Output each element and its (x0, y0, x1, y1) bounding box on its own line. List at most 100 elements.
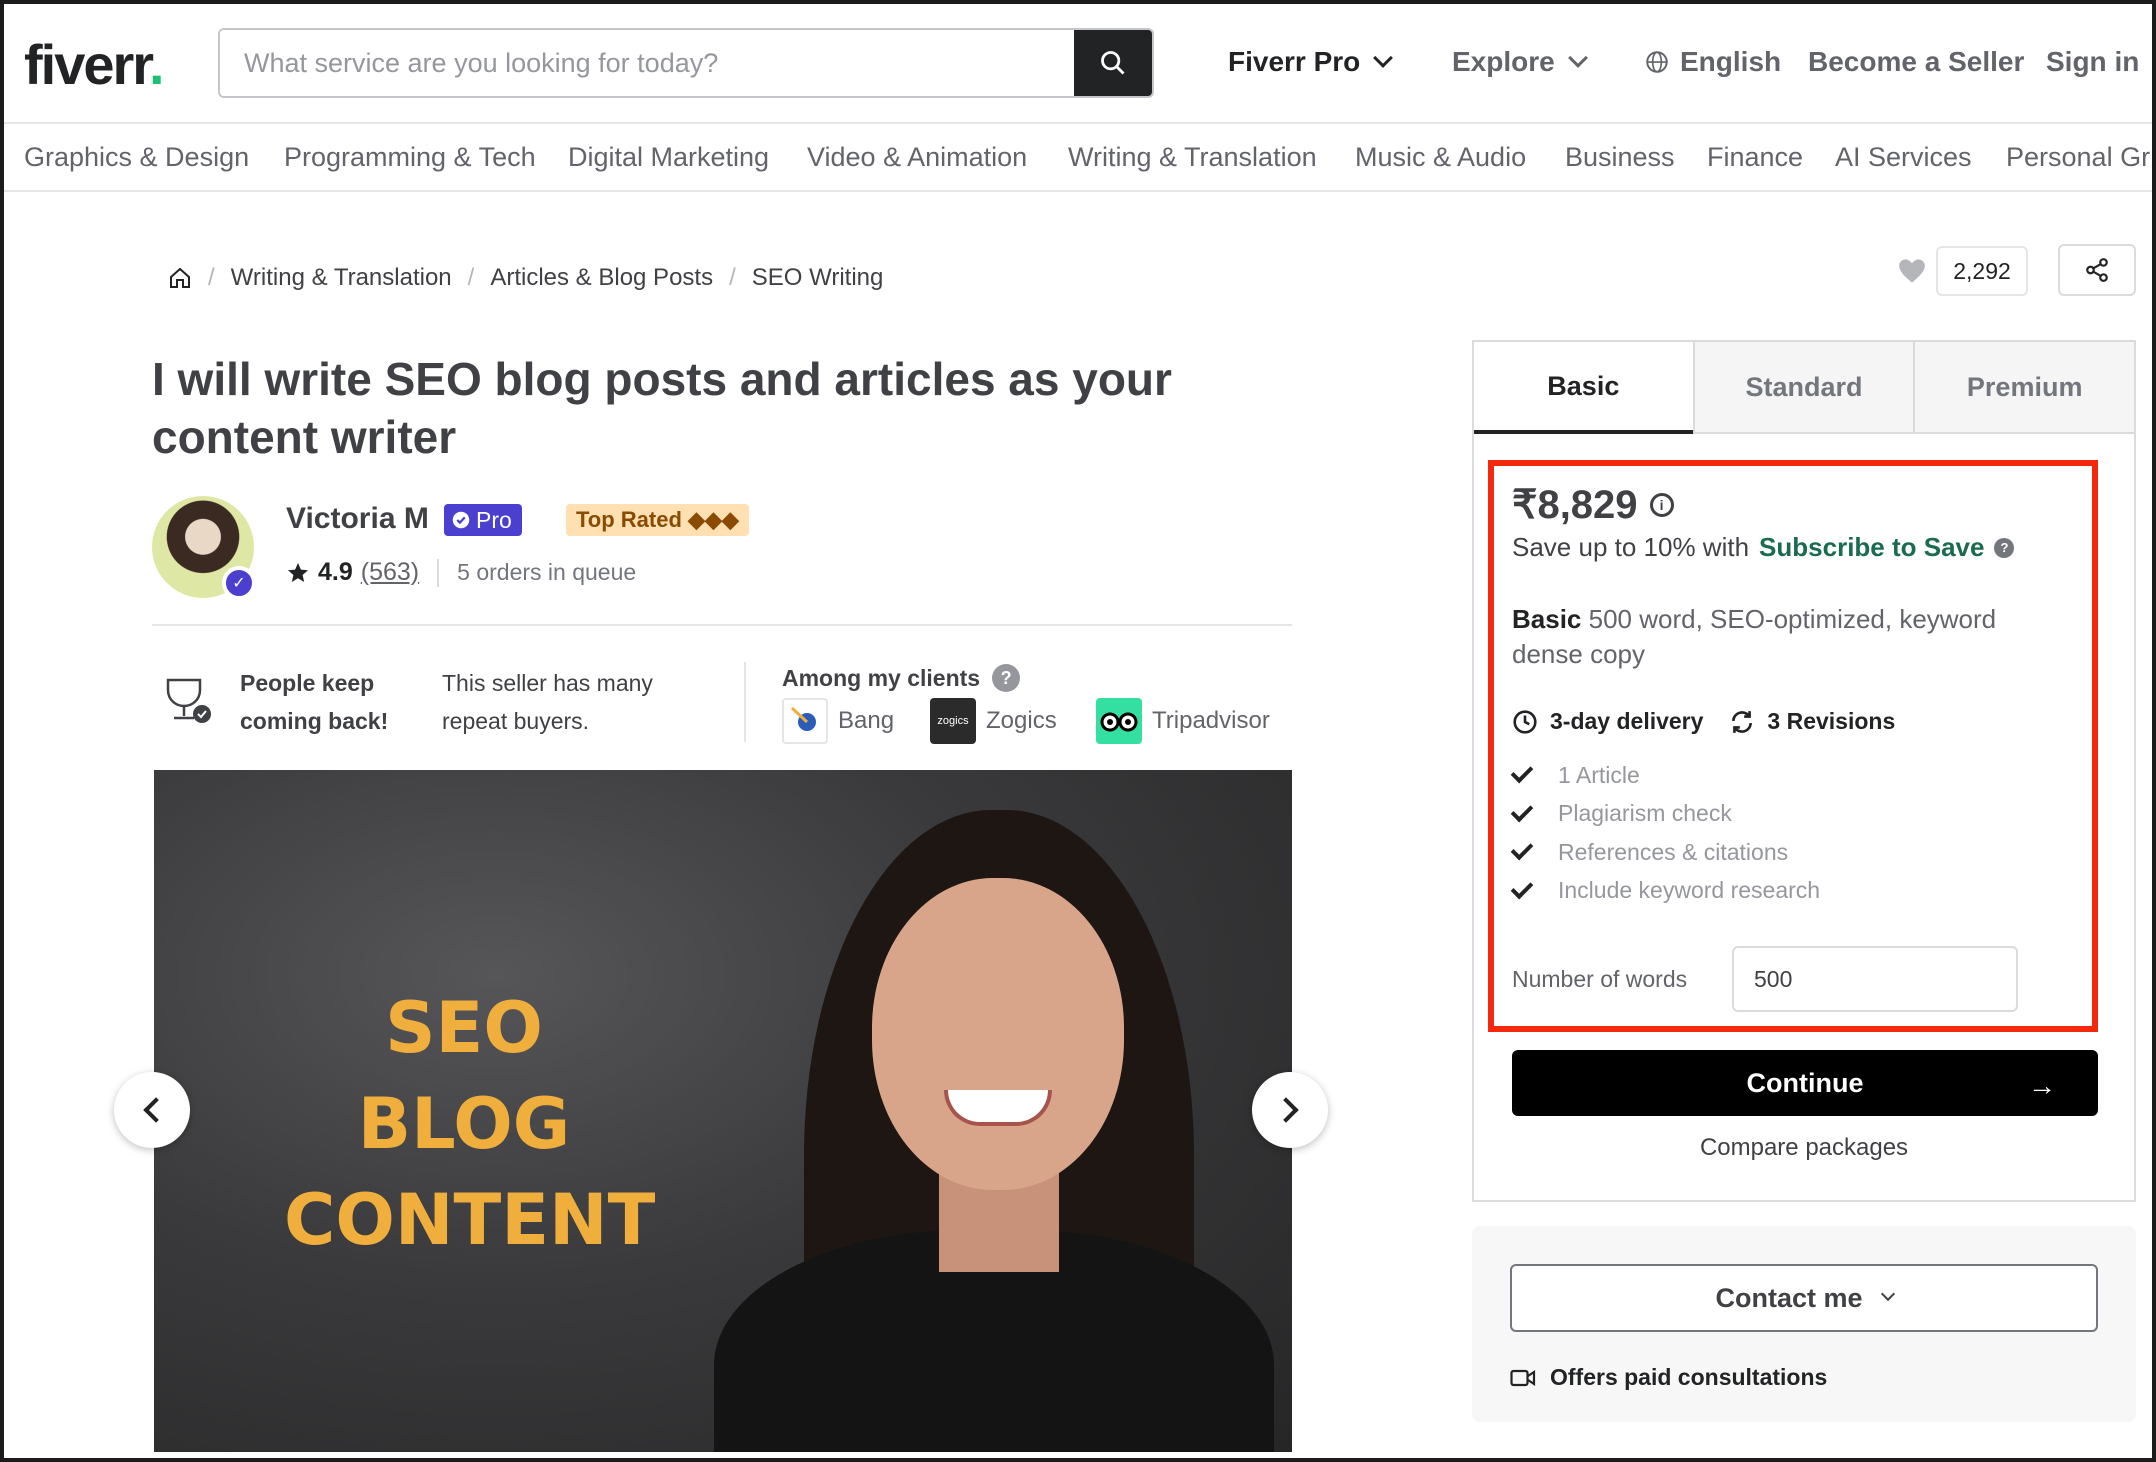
chevron-down-icon (1373, 48, 1394, 68)
seller-rating: 4.9 (563) 5 orders in queue (286, 558, 636, 587)
video-camera-icon (1510, 1369, 1536, 1386)
gig-title: I will write SEO blog posts and articles… (152, 353, 1172, 463)
search-button[interactable] (1074, 30, 1152, 96)
language-selector[interactable]: English (1644, 46, 1781, 78)
number-of-words-input[interactable] (1732, 946, 2018, 1012)
client-zogics: zogics Zogics (930, 698, 1057, 744)
search-bar (218, 28, 1154, 98)
fiverr-pro-menu[interactable]: Fiverr Pro (1228, 46, 1394, 78)
become-seller-link[interactable]: Become a Seller (1808, 46, 2024, 78)
verified-check-icon (452, 511, 470, 529)
package-meta: 3-day delivery 3 Revisions (1512, 708, 1921, 735)
top-header: fiverr. Fiverr Pro Explore English Becom… (4, 4, 2152, 124)
breadcrumb-link[interactable]: Writing & Translation (231, 264, 452, 292)
revisions: 3 Revisions (1729, 708, 1895, 735)
divider (744, 662, 746, 742)
breadcrumb-separator: / (729, 264, 736, 291)
tab-basic[interactable]: Basic (1474, 342, 1693, 434)
seller-name[interactable]: Victoria M (286, 502, 429, 536)
category-nav: Graphics & Design Programming & Tech Dig… (4, 126, 2152, 192)
category-item[interactable]: Finance (1707, 142, 1803, 173)
category-item[interactable]: Business (1565, 142, 1675, 173)
zogics-logo-icon: zogics (930, 698, 976, 744)
check-icon (1510, 799, 1534, 823)
search-input[interactable] (220, 30, 1076, 96)
client-bang: Bang (782, 698, 894, 744)
package-tabs: Basic Standard Premium (1474, 342, 2135, 434)
chevron-left-icon (143, 1097, 169, 1123)
check-icon (1510, 760, 1534, 784)
feature-item: Plagiarism check (1510, 795, 1820, 834)
favorites-count: 2,292 (1936, 246, 2028, 296)
share-button[interactable] (2058, 244, 2136, 296)
chevron-right-icon (1273, 1097, 1299, 1123)
chevron-down-icon (1567, 48, 1588, 68)
client-tripadvisor: Tripadvisor (1096, 698, 1270, 744)
rating-score: 4.9 (318, 558, 353, 586)
favorite-control[interactable]: 2,292 (1898, 246, 2028, 296)
gig-gallery-image[interactable]: SEO BLOG CONTENT (154, 770, 1292, 1452)
breadcrumb-link[interactable]: SEO Writing (752, 264, 884, 292)
help-icon[interactable]: ? (992, 664, 1021, 692)
star-icon (288, 562, 308, 582)
category-item[interactable]: Personal Gr (2006, 142, 2150, 173)
repeat-buyers-text: This seller has many repeat buyers. (442, 670, 653, 734)
category-item[interactable]: Music & Audio (1355, 142, 1526, 173)
search-icon (1101, 51, 1125, 75)
heart-icon[interactable] (1898, 258, 1926, 284)
repeat-buyers-headline: People keep coming back! (240, 670, 389, 734)
bang-logo-icon (782, 698, 828, 744)
portrait-face (872, 878, 1124, 1190)
feature-item: References & citations (1510, 833, 1820, 872)
orders-in-queue: 5 orders in queue (457, 559, 637, 585)
hero-overlay-text: SEO BLOG CONTENT (284, 987, 656, 1261)
review-count-link[interactable]: (563) (361, 558, 419, 587)
category-item[interactable]: Programming & Tech (284, 142, 536, 173)
sign-in-link[interactable]: Sign in (2046, 46, 2139, 78)
contact-me-button[interactable]: Contact me (1510, 1264, 2098, 1332)
breadcrumb-separator: / (467, 264, 475, 291)
category-item[interactable]: Digital Marketing (568, 142, 769, 173)
gallery-prev-button[interactable] (114, 1072, 190, 1148)
tripadvisor-logo-icon (1096, 698, 1142, 744)
compare-packages-link[interactable]: Compare packages (1472, 1134, 2136, 1162)
package-price: ₹8,829 i (1512, 482, 1674, 528)
category-item[interactable]: Graphics & Design (24, 142, 249, 173)
category-item[interactable]: Writing & Translation (1068, 142, 1317, 173)
breadcrumb: / Writing & Translation / Articles & Blo… (168, 264, 883, 292)
check-icon (1510, 837, 1534, 861)
chevron-down-icon (1880, 1286, 1895, 1302)
tab-standard[interactable]: Standard (1692, 342, 1914, 434)
info-icon[interactable]: i (1649, 493, 1674, 517)
refresh-icon (1732, 710, 1753, 733)
tab-premium[interactable]: Premium (1913, 342, 2135, 434)
breadcrumb-link[interactable]: Articles & Blog Posts (490, 264, 713, 292)
feature-item: 1 Article (1510, 756, 1820, 795)
breadcrumb-separator: / (208, 264, 215, 291)
paid-consultations: Offers paid consultations (1510, 1364, 1827, 1391)
help-icon[interactable]: ? (1994, 537, 2015, 558)
home-icon[interactable] (168, 266, 192, 290)
subscribe-to-save-link[interactable]: Subscribe to Save (1759, 532, 1984, 563)
arrow-right-icon: → (2028, 1070, 2056, 1101)
gallery-next-button[interactable] (1252, 1072, 1328, 1148)
clock-icon (1513, 709, 1537, 734)
continue-button[interactable]: Continue → (1512, 1050, 2098, 1116)
divider (152, 624, 1292, 626)
share-icon (2086, 258, 2108, 282)
top-rated-badge: Top Rated ◆◆◆ (566, 504, 749, 536)
category-item[interactable]: AI Services (1835, 142, 1972, 173)
check-icon (1510, 876, 1534, 900)
divider (437, 558, 440, 587)
number-of-words-label: Number of words (1512, 966, 1688, 992)
subscribe-save-row: Save up to 10% with Subscribe to Save ? (1512, 532, 2015, 563)
delivery-time: 3-day delivery (1512, 708, 1703, 735)
explore-menu[interactable]: Explore (1452, 46, 1588, 78)
verified-badge-icon: ✓ (222, 566, 256, 600)
pro-badge: Pro (444, 504, 522, 536)
fiverr-logo[interactable]: fiverr. (24, 32, 165, 97)
feature-item: Include keyword research (1510, 872, 1820, 911)
category-item[interactable]: Video & Animation (807, 142, 1027, 173)
globe-icon (1646, 51, 1668, 73)
feature-list: 1 Article Plagiarism check References & … (1510, 756, 1820, 911)
